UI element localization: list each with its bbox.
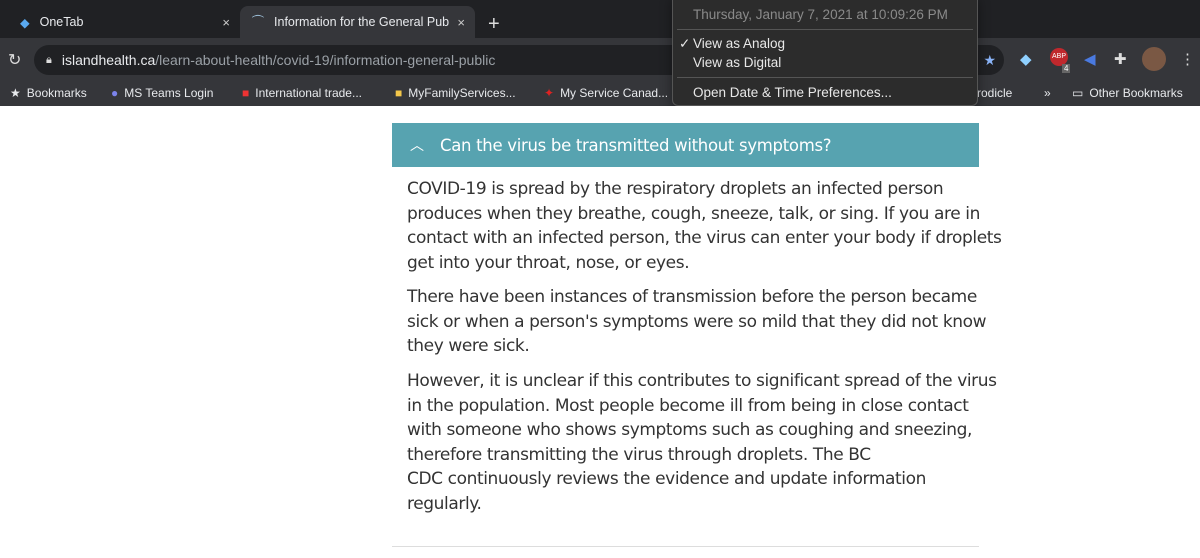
reload-icon[interactable]: ↻ bbox=[8, 50, 21, 70]
accordion-title: Can the virus be transmitted without sym… bbox=[440, 135, 832, 155]
clock-menu: Thursday, January 7, 2021 at 10:09:26 PM… bbox=[672, 0, 978, 106]
paragraph-line: CDC continuously reviews the evidence an… bbox=[407, 469, 926, 489]
bookmark-label: MyFamilyServices... bbox=[408, 86, 516, 100]
more-bookmarks-button[interactable]: » bbox=[1044, 86, 1051, 100]
chevron-up-icon: ︿ bbox=[410, 137, 424, 153]
accordion-header[interactable]: ︿ Can the virus be transmitted without s… bbox=[392, 123, 979, 167]
bookmark-label: rodicle bbox=[977, 86, 1013, 100]
bookmark-bookmarks[interactable]: ★ Bookmarks bbox=[10, 86, 87, 100]
bookmark-star-icon[interactable]: ★ bbox=[983, 52, 996, 69]
divider bbox=[392, 546, 979, 547]
menu-label: View as Analog bbox=[693, 36, 786, 51]
bookmark-label: International trade... bbox=[255, 86, 362, 100]
folder-icon: ▭ bbox=[1072, 86, 1084, 100]
tab-label: OneTab bbox=[39, 15, 84, 29]
island-health-icon: ⏜ bbox=[252, 14, 265, 29]
paragraph-line: There have been instances of transmissio… bbox=[407, 287, 977, 307]
new-tab-button[interactable]: + bbox=[488, 14, 500, 34]
teams-icon: ● bbox=[111, 86, 119, 100]
close-tab-icon[interactable]: × bbox=[457, 15, 465, 30]
menu-separator bbox=[677, 29, 973, 30]
bookmark-label: Bookmarks bbox=[26, 86, 87, 100]
maple-leaf-icon: ✦ bbox=[544, 86, 555, 100]
menu-item-preferences[interactable]: Open Date & Time Preferences... bbox=[693, 85, 892, 100]
close-tab-icon[interactable]: × bbox=[222, 15, 230, 30]
paragraph-line: regularly. bbox=[407, 493, 482, 514]
bc-icon: ■ bbox=[395, 86, 403, 100]
avatar[interactable] bbox=[1142, 47, 1166, 71]
star-icon: ★ bbox=[10, 86, 21, 100]
bookmark-international-trade[interactable]: ■ International trade... bbox=[242, 86, 362, 100]
paragraph-line: they were sick. bbox=[407, 336, 530, 356]
paragraph-line: produces when they breathe, cough, sneez… bbox=[407, 203, 980, 224]
paragraph: COVID-19 is spread by the respiratory dr… bbox=[407, 177, 1002, 275]
menu-item-analog[interactable]: ✓ View as Analog bbox=[679, 36, 786, 51]
adblock-badge: 4 bbox=[1062, 64, 1071, 73]
lock-icon: 🔒︎ bbox=[46, 53, 52, 66]
puzzle-icon[interactable]: ✚ bbox=[1114, 50, 1127, 68]
menu-item-digital[interactable]: View as Digital bbox=[693, 55, 781, 70]
menu-separator bbox=[677, 77, 973, 78]
onetab-extension-icon[interactable]: ◆ bbox=[1020, 50, 1032, 68]
paragraph-line: COVID-19 is spread by the respiratory dr… bbox=[407, 179, 944, 199]
tab-information[interactable]: ⏜ Information for the General Pub × bbox=[240, 6, 475, 38]
paragraph-line: contact with an infected person, the vir… bbox=[407, 228, 1002, 248]
menu-date: Thursday, January 7, 2021 at 10:09:26 PM bbox=[693, 7, 948, 22]
bookmark-my-service-canada[interactable]: ✦ My Service Canad... bbox=[544, 86, 668, 100]
bookmark-rodicle[interactable]: rodicle bbox=[977, 86, 1012, 100]
extension-icon[interactable]: ◀ bbox=[1084, 50, 1096, 68]
more-menu-icon[interactable]: ⋮ bbox=[1180, 50, 1195, 68]
url-path: /learn-about-health/covid-19/information… bbox=[155, 52, 496, 68]
paragraph: There have been instances of transmissio… bbox=[407, 285, 987, 359]
page-content: ︿ Can the virus be transmitted without s… bbox=[0, 106, 1200, 558]
paragraph-line: therefore transmitting the virus through… bbox=[407, 444, 871, 465]
paragraph-line: However, it is unclear if this contribut… bbox=[407, 371, 997, 391]
paragraph-line: sick or when a person's symptoms were so… bbox=[407, 311, 987, 332]
bookmark-label: Other Bookmarks bbox=[1089, 86, 1183, 100]
checkmark-icon: ✓ bbox=[679, 36, 691, 51]
tab-bar: ◆ OneTab × ⏜ Information for the General… bbox=[0, 0, 1200, 38]
paragraph-line: get into your throat, nose, or eyes. bbox=[407, 252, 690, 273]
paragraph: However, it is unclear if this contribut… bbox=[407, 369, 997, 516]
other-bookmarks[interactable]: ▭ Other Bookmarks bbox=[1072, 86, 1183, 100]
bookmark-myfamilyservices[interactable]: ■ MyFamilyServices... bbox=[395, 86, 516, 100]
url-host: islandhealth.ca bbox=[61, 52, 156, 68]
diamond-icon: ◆ bbox=[20, 15, 30, 30]
paragraph-line: in the population. Most people become il… bbox=[407, 395, 969, 416]
bookmarks-bar: ★ Bookmarks ● MS Teams Login ■ Internationa… bbox=[0, 82, 1200, 106]
toolbar: ↻ 🔒︎ islandhealth.ca/learn-about-health/… bbox=[0, 38, 1200, 82]
paragraph-line: with someone who shows symptoms such as … bbox=[407, 420, 972, 440]
bookmark-label: My Service Canad... bbox=[560, 86, 669, 100]
bookmark-label: MS Teams Login bbox=[124, 86, 214, 100]
tab-label: Information for the General Pub bbox=[274, 15, 450, 29]
tab-onetab[interactable]: ◆ OneTab × bbox=[8, 6, 240, 38]
bookmark-ms-teams[interactable]: ● MS Teams Login bbox=[111, 86, 213, 100]
oplf-icon: ■ bbox=[242, 86, 250, 100]
